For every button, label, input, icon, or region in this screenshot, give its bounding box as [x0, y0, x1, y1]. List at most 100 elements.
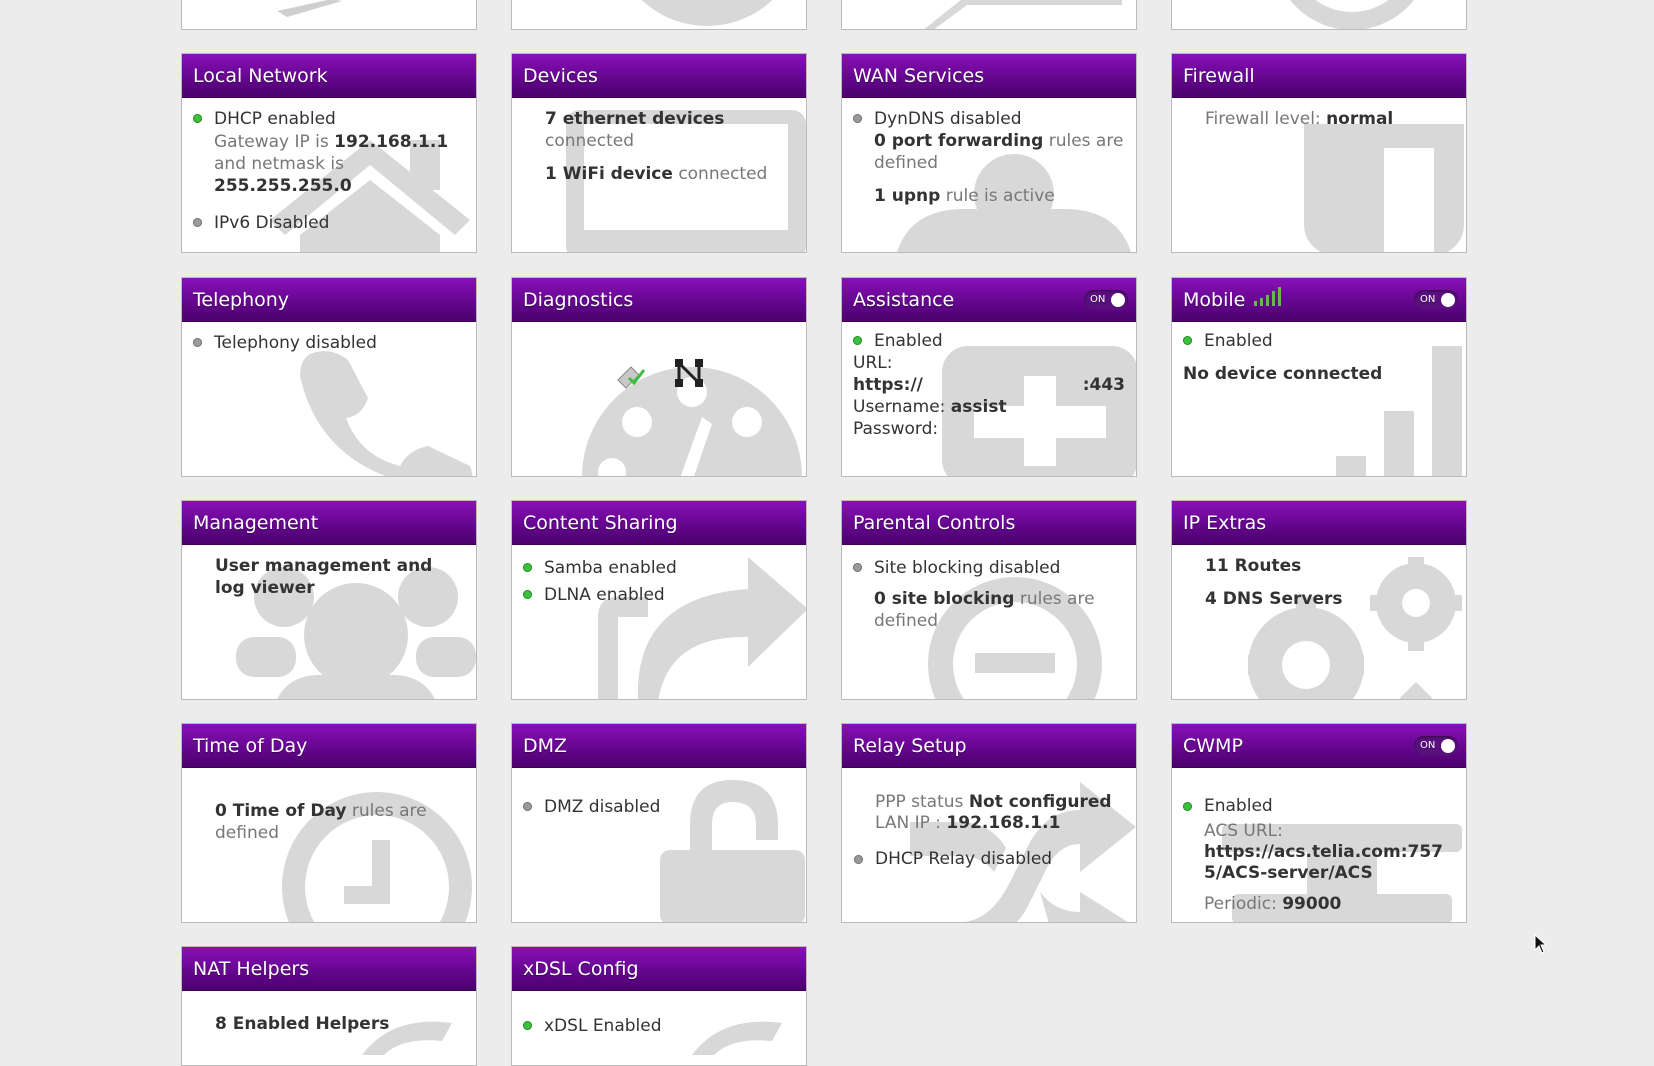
port-forwarding-count: 0 port forwarding	[874, 131, 1044, 151]
status-dot-green	[193, 114, 202, 123]
status-dot-gray	[854, 855, 863, 864]
ipv6-status: IPv6 Disabled	[214, 213, 330, 233]
upnp-suffix: rule is active	[945, 186, 1055, 206]
card-nat-helpers[interactable]: NAT Helpers 8 Enabled Helpers	[181, 946, 477, 1066]
card-local-network[interactable]: Local Network DHCP enabled Gateway IP is…	[181, 53, 477, 253]
card-time-of-day[interactable]: Time of Day 0 Time of Day rules are defi…	[181, 723, 477, 923]
status-dot-green	[523, 590, 532, 599]
card-cwmp[interactable]: CWMP ON Enabled ACS URL: https://acs.tel…	[1171, 723, 1467, 923]
card-title: Time of Day	[182, 724, 476, 768]
card-title: Content Sharing	[512, 501, 806, 545]
card-top-1[interactable]	[181, 0, 477, 30]
wifi-icon	[1272, 0, 1432, 29]
card-title: Management	[182, 501, 476, 545]
status-dot-green	[853, 336, 862, 345]
card-top-3[interactable]	[841, 0, 1137, 30]
username-value: assist	[950, 397, 1007, 417]
mobile-status: Enabled	[1204, 331, 1273, 351]
card-mobile[interactable]: Mobile ON Enabled No device connected	[1171, 277, 1467, 477]
samba-status: Samba enabled	[544, 558, 677, 578]
card-xdsl-config[interactable]: xDSL Config xDSL Enabled	[511, 946, 807, 1066]
acs-url-value: https://acs.telia.com:7575/ACS-server/AC…	[1204, 842, 1443, 883]
ppp-status-label: PPP status	[875, 792, 964, 812]
card-ip-extras[interactable]: IP Extras 11 Routes 4 DNS Servers	[1171, 500, 1467, 700]
globe-icon	[612, 0, 802, 29]
assistance-url-label: URL:	[853, 353, 893, 373]
mobile-toggle[interactable]: ON	[1414, 290, 1458, 310]
acs-url-label: ACS URL:	[1204, 821, 1283, 841]
routes-count: 11 Routes	[1205, 556, 1302, 576]
password-label: Password:	[853, 419, 939, 439]
card-title: Relay Setup	[842, 724, 1136, 768]
lan-ip-value: 192.168.1.1	[946, 813, 1061, 833]
firewall-level-label: Firewall level:	[1205, 109, 1321, 129]
netmask-label: and netmask is	[214, 154, 344, 174]
periodic-value: 99000	[1282, 894, 1342, 914]
card-title: Assistance	[853, 289, 955, 311]
status-dot-green	[1183, 336, 1192, 345]
card-title: Mobile	[1183, 289, 1246, 311]
card-title: Telephony	[182, 278, 476, 322]
card-dmz[interactable]: DMZ DMZ disabled	[511, 723, 807, 923]
card-content-sharing[interactable]: Content Sharing Samba enabled DLNA enabl…	[511, 500, 807, 700]
mouse-cursor-icon	[1534, 933, 1548, 958]
site-blocking-status: Site blocking disabled	[874, 558, 1061, 578]
card-title: WAN Services	[842, 54, 1136, 98]
card-title: Firewall	[1172, 54, 1466, 98]
status-dot-green	[523, 1021, 532, 1030]
card-relay-setup[interactable]: Relay Setup PPP status Not configured LA…	[841, 723, 1137, 923]
dlna-status: DLNA enabled	[544, 585, 665, 605]
network-nodes-icon[interactable]	[673, 357, 705, 395]
management-text: User management and log viewer	[215, 556, 433, 598]
card-management[interactable]: Management User management and log viewe…	[181, 500, 477, 700]
lan-ip-label: LAN IP :	[875, 813, 942, 833]
status-dot-gray	[853, 114, 862, 123]
dhcp-relay-status: DHCP Relay disabled	[875, 849, 1053, 869]
gateway-ip: 192.168.1.1	[334, 132, 449, 152]
card-title: DMZ	[512, 724, 806, 768]
card-title: Local Network	[182, 54, 476, 98]
card-wan-services[interactable]: WAN Services DynDNS disabled 0 port forw…	[841, 53, 1137, 253]
periodic-label: Periodic:	[1204, 894, 1277, 914]
card-title: NAT Helpers	[182, 947, 476, 991]
status-dot-green	[523, 563, 532, 572]
ethernet-count: 7 ethernet devices	[545, 109, 725, 129]
status-dot-gray	[523, 802, 532, 811]
dyndns-status: DynDNS disabled	[874, 109, 1022, 129]
card-parental-controls[interactable]: Parental Controls Site blocking disabled…	[841, 500, 1137, 700]
signal-bars-icon	[1253, 279, 1289, 323]
shield-icon	[1304, 124, 1464, 252]
diagnostics-check-icon[interactable]	[615, 358, 647, 396]
username-label: Username:	[853, 397, 946, 417]
status-dot-green	[1183, 802, 1192, 811]
ppp-status-value: Not configured	[968, 792, 1112, 812]
telephony-status: Telephony disabled	[214, 333, 377, 353]
cwmp-toggle[interactable]: ON	[1414, 736, 1458, 756]
card-assistance[interactable]: Assistance ON Enabled URL: https://:443 …	[841, 277, 1137, 477]
upnp-count: 1 upnp	[874, 186, 941, 206]
phone-icon	[300, 346, 476, 476]
card-top-2[interactable]	[511, 0, 807, 30]
card-devices[interactable]: Devices 7 ethernet devices connected 1 Wi…	[511, 53, 807, 253]
card-firewall[interactable]: Firewall Firewall level: normal	[1171, 53, 1467, 253]
wifi-suffix: connected	[678, 164, 768, 184]
card-top-4[interactable]	[1171, 0, 1467, 30]
netmask-value: 255.255.255.0	[214, 176, 352, 196]
card-title: Devices	[512, 54, 806, 98]
cwmp-status: Enabled	[1204, 796, 1273, 816]
assistance-status: Enabled	[874, 331, 943, 351]
assistance-toggle[interactable]: ON	[1084, 290, 1128, 310]
status-dot-gray	[193, 218, 202, 227]
card-diagnostics[interactable]: Diagnostics	[511, 277, 807, 477]
firewall-level: normal	[1326, 109, 1394, 129]
nat-helpers-count: 8 Enabled Helpers	[215, 1014, 390, 1034]
card-telephony[interactable]: Telephony Telephony disabled	[181, 277, 477, 477]
time-of-day-count: 0 Time of Day	[215, 801, 347, 821]
status-dot-gray	[853, 563, 862, 572]
dmz-status: DMZ disabled	[544, 797, 661, 817]
card-title: Diagnostics	[512, 278, 806, 322]
card-title: IP Extras	[1172, 501, 1466, 545]
status-dot-gray	[193, 338, 202, 347]
ethernet-suffix: connected	[545, 131, 635, 151]
gateway-label: Gateway IP is	[214, 132, 329, 152]
